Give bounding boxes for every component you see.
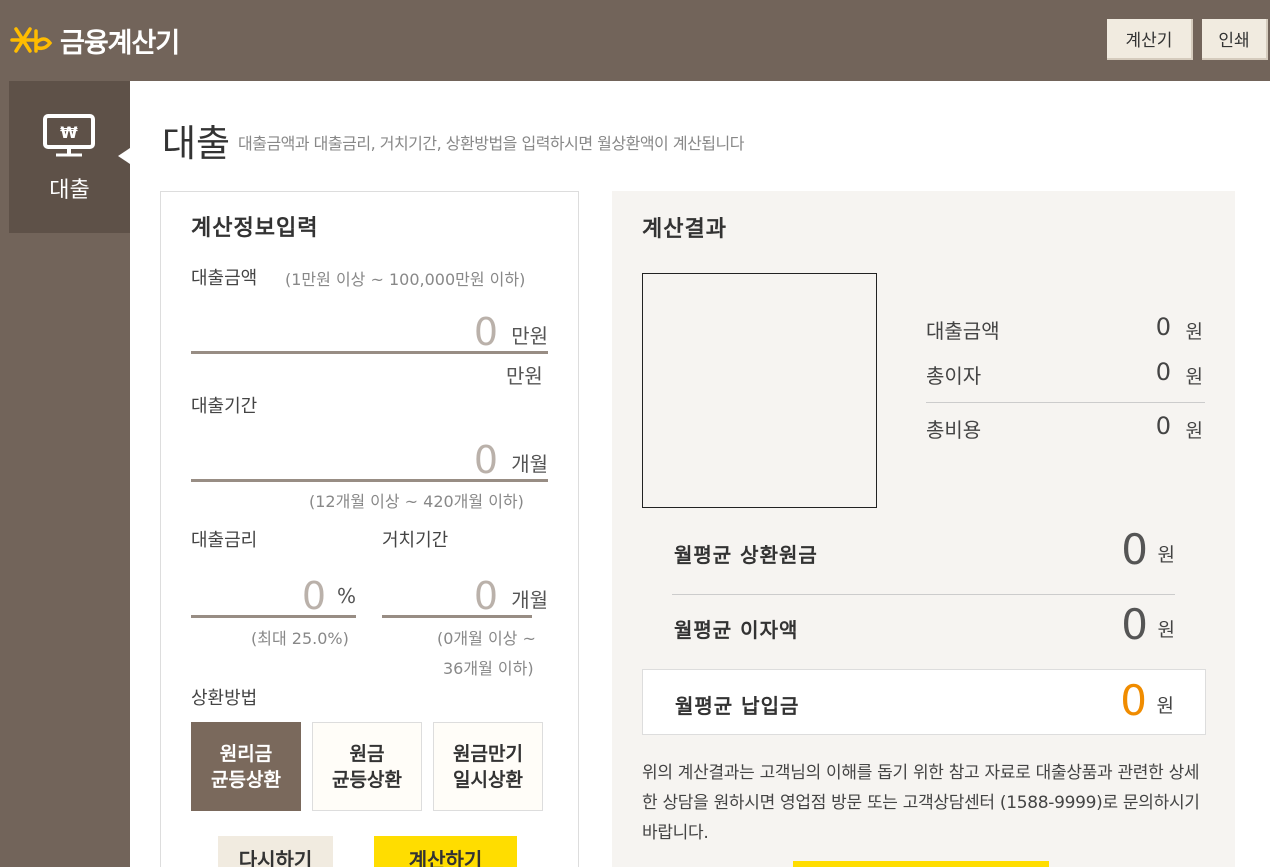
- avg-interest-row: 월평균 이자액 0 원: [642, 594, 1206, 660]
- page-title: 대출: [162, 122, 231, 165]
- avg-interest-label: 월평균 이자액: [674, 618, 799, 642]
- summary-value: 0: [1155, 358, 1171, 386]
- summary-label: 총이자: [926, 364, 982, 388]
- method-equal-payment-button[interactable]: 원리금 균등상환: [191, 722, 301, 811]
- rate-hint: (최대 25.0%): [251, 629, 349, 648]
- method-label: 상환방법: [191, 688, 258, 709]
- grace-label: 거치기간: [382, 530, 449, 551]
- method-equal-principal-button[interactable]: 원금 균등상환: [312, 722, 422, 811]
- grace-input[interactable]: 0 개월: [382, 572, 548, 618]
- amount-sub-unit: 만원: [506, 364, 543, 388]
- method-bullet-button[interactable]: 원금만기 일시상환: [433, 722, 543, 811]
- reset-button[interactable]: 다시하기: [218, 836, 333, 867]
- compute-button[interactable]: 계산하기: [374, 836, 517, 867]
- method-label-line1: 원리금: [219, 742, 273, 765]
- summary-unit: 원: [1185, 366, 1203, 388]
- page-description: 대출금액과 대출금리, 거치기간, 상환방법을 입력하시면 월상환액이 계산됩니…: [238, 134, 744, 153]
- avg-principal-value: 0: [1121, 525, 1148, 574]
- amount-unit: 만원: [511, 324, 548, 348]
- period-unit: 개월: [511, 452, 548, 476]
- rate-label: 대출금리: [191, 530, 258, 551]
- summary-unit: 원: [1185, 321, 1203, 343]
- method-label-line2: 균등상환: [332, 768, 402, 791]
- avg-payment-unit: 원: [1156, 695, 1174, 717]
- result-chart-area: [642, 273, 877, 508]
- svg-text:₩: ₩: [60, 123, 78, 142]
- summary-value: 0: [1155, 313, 1171, 341]
- summary-label: 총비용: [926, 418, 982, 442]
- rate-unit: %: [336, 584, 356, 608]
- method-label-line2: 균등상환: [211, 768, 281, 791]
- bottom-yellow-bar: [793, 861, 1049, 867]
- input-section: 계산정보입력 대출금액 (1만원 이상 ~ 100,000만원 이하) 0 만원…: [160, 191, 579, 867]
- calculator-button[interactable]: 계산기: [1107, 19, 1193, 60]
- period-input[interactable]: 0 개월: [191, 436, 548, 482]
- rate-value: 0: [301, 574, 326, 618]
- grace-hint-line1: (0개월 이상 ~: [437, 629, 536, 648]
- result-notice: 위의 계산결과는 고객님의 이해를 돕기 위한 참고 자료로 대출상품과 관련한…: [642, 763, 1200, 843]
- sidebar-item-loan[interactable]: ₩ 대출: [9, 81, 130, 233]
- period-hint: (12개월 이상 ~ 420개월 이하): [309, 492, 524, 511]
- summary-label: 대출금액: [926, 319, 1000, 343]
- amount-value: 0: [473, 310, 498, 354]
- input-section-title: 계산정보입력: [191, 216, 319, 241]
- grace-value: 0: [473, 574, 498, 618]
- amount-input[interactable]: 0 만원: [191, 308, 548, 354]
- kb-star-icon: [10, 27, 53, 53]
- avg-principal-row: 월평균 상환원금 0 원: [642, 519, 1206, 585]
- main-panel: 대출 대출금액과 대출금리, 거치기간, 상환방법을 입력하시면 월상환액이 계…: [130, 81, 1270, 867]
- avg-principal-label: 월평균 상환원금: [674, 543, 818, 567]
- period-label: 대출기간: [191, 396, 258, 417]
- kb-logo[interactable]: 금융계산기: [10, 20, 180, 60]
- rate-input[interactable]: 0 %: [191, 572, 356, 618]
- grace-hint-line2: 36개월 이하): [443, 659, 534, 678]
- logo-text: 금융계산기: [60, 27, 180, 59]
- active-indicator-arrow: [118, 148, 130, 164]
- avg-interest-value: 0: [1121, 600, 1148, 649]
- summary-row-total-cost: 총비용 0 원: [926, 412, 1205, 454]
- period-value: 0: [473, 438, 498, 482]
- avg-principal-unit: 원: [1157, 544, 1175, 566]
- method-label-line1: 원금만기: [453, 742, 523, 765]
- sidebar-item-label: 대출: [49, 178, 90, 203]
- result-section-title: 계산결과: [642, 217, 727, 242]
- summary-divider: [926, 402, 1205, 403]
- amount-hint: (1만원 이상 ~ 100,000만원 이하): [285, 270, 526, 289]
- summary-unit: 원: [1185, 420, 1203, 442]
- avg-payment-label: 월평균 납입금: [675, 694, 800, 718]
- summary-row-amount: 대출금액 0 원: [926, 313, 1205, 355]
- method-label-line2: 일시상환: [453, 768, 523, 791]
- result-section: 계산결과 대출금액 0 원 총이자 0 원 총비용 0 원 월평균 상환원금 0…: [612, 191, 1235, 867]
- avg-interest-unit: 원: [1157, 619, 1175, 641]
- amount-label: 대출금액: [191, 268, 258, 289]
- avg-payment-value: 0: [1120, 676, 1147, 725]
- avg-payment-row: 월평균 납입금 0 원: [642, 669, 1206, 735]
- summary-row-interest: 총이자 0 원: [926, 358, 1205, 400]
- summary-value: 0: [1155, 412, 1171, 440]
- grace-unit: 개월: [511, 588, 548, 612]
- method-label-line1: 원금: [349, 742, 385, 765]
- monitor-won-icon: ₩: [43, 114, 95, 157]
- print-button[interactable]: 인쇄: [1202, 19, 1268, 60]
